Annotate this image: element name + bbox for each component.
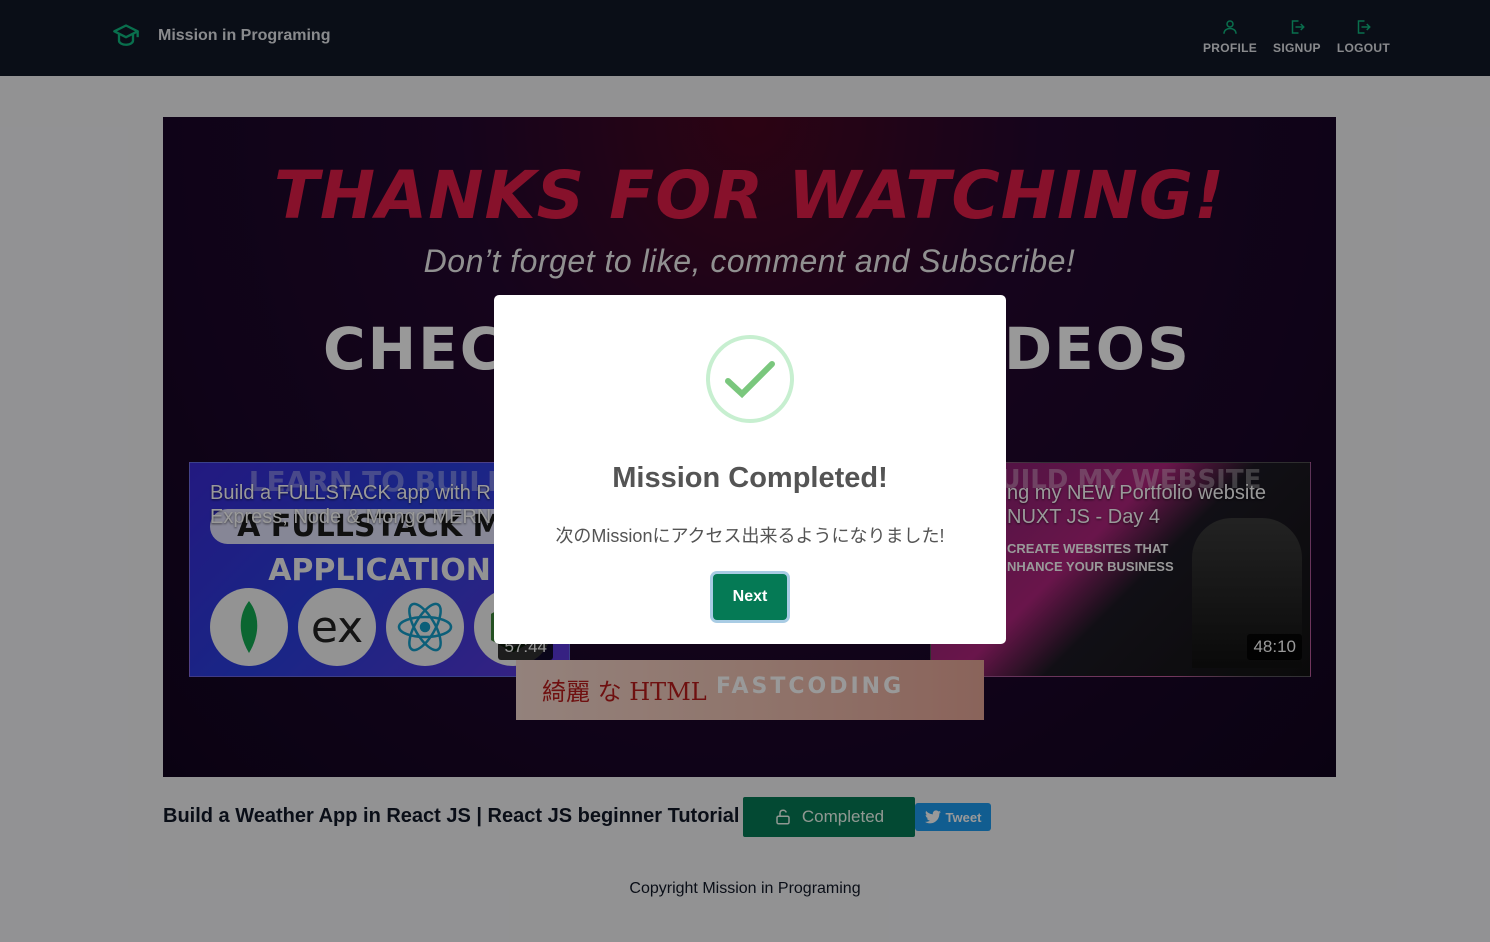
dialog-message: 次のMissionにアクセス出来るようになりました! [555,526,945,546]
success-dialog: Mission Completed! 次のMissionにアクセス出来るようにな… [494,295,1006,644]
next-button[interactable]: Next [713,574,787,620]
dialog-title: Mission Completed! [612,462,888,494]
success-check-icon [706,335,794,423]
